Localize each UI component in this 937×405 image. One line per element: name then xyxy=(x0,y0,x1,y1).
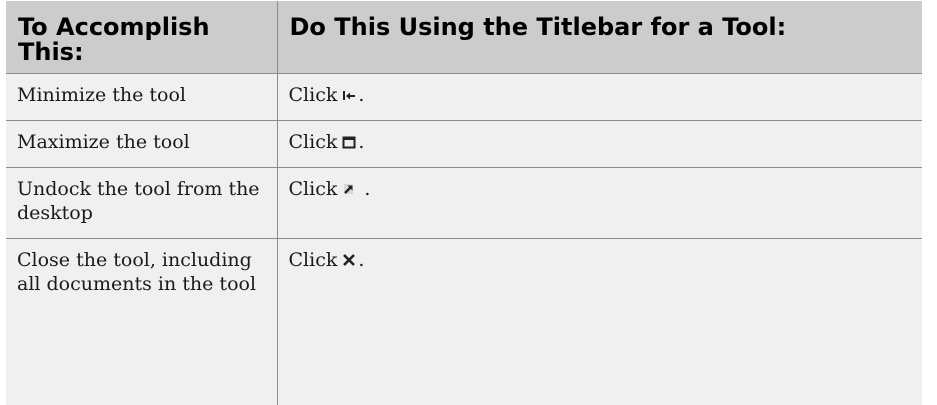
action-suffix: . xyxy=(358,178,371,200)
action-cell: Click. xyxy=(276,120,922,168)
task-cell: Undock the tool from the desktop xyxy=(6,167,278,239)
action-prefix: Click xyxy=(288,178,338,200)
table-row: Close the tool, including all documents … xyxy=(6,238,922,405)
task-cell: Close the tool, including all documents … xyxy=(6,238,278,405)
action-suffix: . xyxy=(358,84,365,106)
action-prefix: Click xyxy=(288,249,338,271)
table-row: Undock the tool from the desktop Click . xyxy=(6,167,922,239)
action-prefix: Click xyxy=(288,131,338,153)
minimize-icon xyxy=(341,87,357,103)
action-suffix: . xyxy=(358,131,365,153)
action-cell: Click. xyxy=(276,238,922,405)
action-cell: Click . xyxy=(276,167,922,239)
header-task: To Accomplish This: xyxy=(6,1,278,74)
table-row: Maximize the tool Click. xyxy=(6,120,922,168)
undock-icon xyxy=(341,181,357,197)
header-action: Do This Using the Titlebar for a Tool: xyxy=(276,1,922,74)
table-row: Minimize the tool Click. xyxy=(6,73,922,121)
action-prefix: Click xyxy=(288,84,338,106)
titlebar-actions-table: To Accomplish This: Do This Using the Ti… xyxy=(6,1,922,405)
task-cell: Maximize the tool xyxy=(6,120,278,168)
maximize-icon xyxy=(341,134,357,150)
table-header-row: To Accomplish This: Do This Using the Ti… xyxy=(6,1,922,74)
action-suffix: . xyxy=(358,249,365,271)
action-cell: Click. xyxy=(276,73,922,121)
task-cell: Minimize the tool xyxy=(6,73,278,121)
close-icon xyxy=(341,252,357,268)
